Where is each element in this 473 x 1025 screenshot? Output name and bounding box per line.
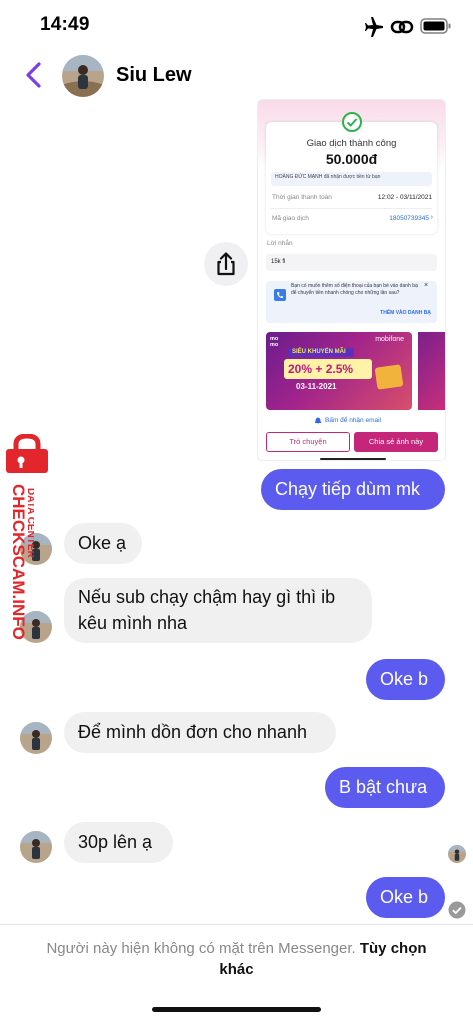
message-bubble-outgoing[interactable]: Oke b	[366, 659, 445, 700]
home-indicator[interactable]	[152, 1007, 321, 1012]
status-time: 14:49	[40, 14, 90, 35]
transaction-amount: 50.000đ	[325, 151, 378, 167]
watermark-line2: DATA CENTER	[25, 488, 34, 559]
close-icon[interactable]: ×	[424, 282, 428, 289]
message-bubble-outgoing[interactable]: B bật chưa	[325, 767, 445, 808]
bell-icon	[314, 417, 322, 425]
lock-icon	[6, 434, 48, 473]
transaction-title: Giao dịch thành công	[306, 138, 397, 149]
promo-title: SIÊU KHUYẾN MÃI	[292, 349, 346, 355]
promo-percent: 20% + 2.5%	[288, 362, 354, 376]
share-button[interactable]	[204, 242, 248, 286]
receiver-note: HOÀNG ĐỨC MẠNH đã nhận được tiền từ bạn	[275, 174, 381, 180]
chevron-left-icon[interactable]	[22, 60, 46, 90]
message-value: 15k fl	[271, 259, 286, 265]
shared-image[interactable]: Giao dịch thành công 50.000đ HOÀNG ĐỨC M…	[258, 100, 445, 460]
link-icon	[390, 20, 414, 34]
message-bubble-outgoing[interactable]: Chạy tiếp dùm mk	[261, 469, 445, 510]
message-bubble-incoming[interactable]: Để mình dồn đơn cho nhanh	[64, 712, 336, 753]
time-label: Thời gian thanh toán	[272, 194, 332, 201]
message-line: kêu mình nha	[78, 613, 188, 633]
message-bubble-outgoing[interactable]: Oke b	[366, 877, 445, 918]
message-label: Lời nhắn	[267, 240, 293, 247]
success-check-icon	[342, 112, 362, 132]
battery-icon	[420, 18, 451, 34]
share-icon	[217, 252, 235, 276]
chevron-right-icon: ›	[430, 214, 433, 221]
message-bubble-incoming[interactable]: Oke ạ	[64, 523, 142, 564]
notice-text: Người này hiện không có mặt trên Messeng…	[46, 940, 356, 957]
message-line: Nếu sub chạy chậm hay gì thì ib	[78, 587, 336, 607]
sent-check-icon	[448, 901, 466, 919]
contact-name[interactable]: Siu Lew	[116, 64, 192, 87]
airplane-icon	[365, 17, 383, 37]
code-value: 18050739345	[389, 215, 429, 222]
avatar[interactable]	[20, 722, 52, 754]
chat-button[interactable]: Trò chuyện	[266, 432, 350, 452]
time-value: 12:02 - 03/11/2021	[377, 194, 432, 201]
email-note[interactable]: Bấm để nhận email	[325, 417, 381, 424]
message-bubble-incoming[interactable]: 30p lên ạ	[64, 822, 173, 863]
promo-banner[interactable]: mo mo mobifone SIÊU KHUYẾN MÃI 20% + 2.5%…	[266, 332, 412, 410]
add-contact-link[interactable]: THÊM VÀO DANH BẠ	[380, 310, 431, 316]
seen-avatar	[448, 845, 466, 863]
message-bubble-incoming[interactable]: Nếu sub chạy chậm hay gì thì ib kêu mình…	[64, 578, 372, 643]
share-image-button[interactable]: Chia sẻ ảnh này	[354, 432, 438, 452]
promo-date: 03-11-2021	[296, 382, 337, 391]
watermark: CHECKSCAM.INFO DATA CENTER	[9, 484, 34, 640]
code-label: Mã giao dịch	[272, 215, 309, 222]
unavailable-notice: Người này hiện không có mặt trên Messeng…	[40, 938, 433, 980]
contact-prompt: Bạn có muốn thêm số điện thoại của bạn b…	[291, 283, 418, 296]
phone-icon	[274, 289, 286, 301]
promo-brand: mobifone	[375, 336, 404, 343]
avatar[interactable]	[62, 55, 104, 97]
avatar[interactable]	[20, 831, 52, 863]
